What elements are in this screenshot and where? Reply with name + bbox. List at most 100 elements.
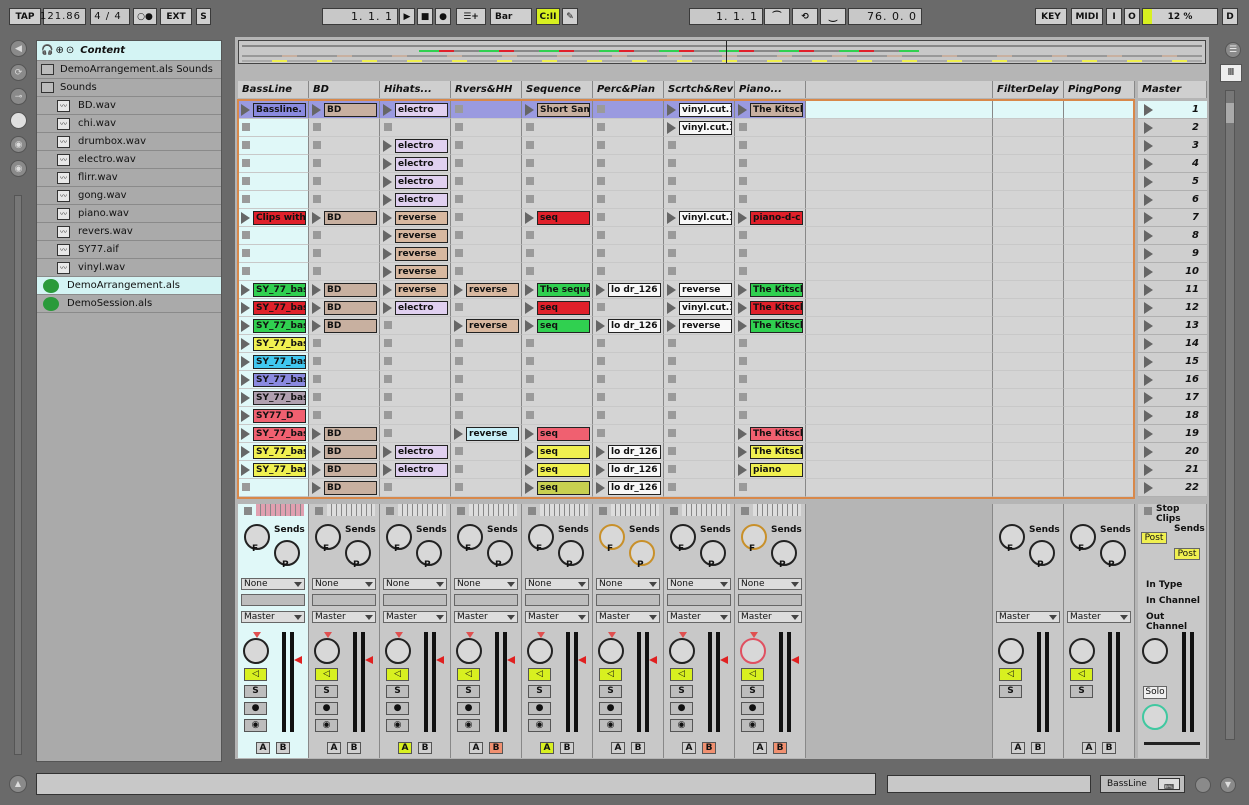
clip[interactable]: reverse bbox=[395, 283, 448, 297]
scene-play-icon[interactable] bbox=[1144, 266, 1153, 278]
clip-stop-icon[interactable] bbox=[597, 339, 605, 347]
crossfade-a-button[interactable]: A bbox=[1011, 742, 1025, 754]
clip[interactable]: The Kitsch bbox=[750, 445, 803, 459]
clip-slot[interactable] bbox=[593, 389, 664, 407]
clip-slot[interactable]: SY_77_bas bbox=[238, 425, 309, 443]
activator-button[interactable]: ◁ bbox=[386, 668, 409, 681]
file-browser-icon[interactable]: ▯ bbox=[10, 112, 27, 129]
activator-button[interactable]: ◁ bbox=[457, 668, 480, 681]
clip-slot[interactable]: lo dr_126 bbox=[593, 461, 664, 479]
clip-slot[interactable] bbox=[664, 353, 735, 371]
clip-stop-icon[interactable] bbox=[455, 447, 463, 455]
output-select[interactable]: Master bbox=[996, 611, 1060, 623]
menu-icon[interactable]: ☰ bbox=[1225, 42, 1241, 58]
tap-button[interactable]: TAP bbox=[9, 8, 41, 25]
clip-stop-icon[interactable] bbox=[313, 159, 321, 167]
clip-slot[interactable]: vinyl.cut.1 bbox=[664, 209, 735, 227]
solo-button[interactable]: S bbox=[457, 685, 480, 698]
crossfade-b-button[interactable]: B bbox=[276, 742, 290, 754]
monitor-button[interactable]: ◉ bbox=[386, 719, 409, 732]
clip-launch-icon[interactable] bbox=[312, 320, 321, 332]
scene-play-icon[interactable] bbox=[1144, 320, 1153, 332]
clip-launch-icon[interactable] bbox=[383, 140, 392, 152]
clip-slot[interactable]: reverse bbox=[451, 281, 522, 299]
scene-play-icon[interactable] bbox=[1144, 374, 1153, 386]
solo-button[interactable]: S bbox=[599, 685, 622, 698]
clip-launch-icon[interactable] bbox=[525, 212, 534, 224]
clip-stop-icon[interactable] bbox=[242, 231, 250, 239]
clip-launch-icon[interactable] bbox=[454, 320, 463, 332]
arm-button[interactable]: ● bbox=[315, 702, 338, 715]
clip-stop-icon[interactable] bbox=[313, 249, 321, 257]
clip-slot[interactable] bbox=[380, 119, 451, 137]
clip-stop-icon[interactable] bbox=[455, 267, 463, 275]
show-info-icon[interactable]: ▲ bbox=[9, 775, 27, 793]
clip-stop-icon[interactable] bbox=[384, 339, 392, 347]
clip-stop-icon[interactable] bbox=[668, 447, 676, 455]
clip-slot[interactable]: BD bbox=[309, 461, 380, 479]
scene-launch[interactable]: 7 bbox=[1138, 209, 1207, 227]
clip-slot[interactable]: reverse bbox=[380, 263, 451, 281]
clip[interactable]: lo dr_126 bbox=[608, 283, 661, 297]
clip-stop-icon[interactable] bbox=[242, 483, 250, 491]
clip-slot[interactable]: reverse bbox=[451, 317, 522, 335]
clip-slot[interactable]: electro bbox=[380, 137, 451, 155]
scene-launch[interactable]: 20 bbox=[1138, 443, 1207, 461]
clip[interactable]: SY_77_bas bbox=[253, 373, 306, 387]
output-select[interactable]: Master bbox=[1067, 611, 1131, 623]
clip[interactable]: lo dr_126 bbox=[608, 481, 661, 495]
clip-slot[interactable] bbox=[238, 137, 309, 155]
clip-slot[interactable]: seq bbox=[522, 299, 593, 317]
crossfade-b-button[interactable]: B bbox=[347, 742, 361, 754]
clip-stop-icon[interactable] bbox=[313, 411, 321, 419]
clip-slot[interactable] bbox=[735, 191, 806, 209]
clip-slot[interactable] bbox=[593, 335, 664, 353]
clip[interactable]: reverse bbox=[395, 211, 448, 225]
clip-launch-icon[interactable] bbox=[596, 320, 605, 332]
scene-launch[interactable]: 22 bbox=[1138, 479, 1207, 497]
file-browser-3-icon[interactable]: ◉ bbox=[10, 160, 27, 177]
crossfade-a-button[interactable]: A bbox=[1082, 742, 1096, 754]
clip-launch-icon[interactable] bbox=[383, 176, 392, 188]
clip-slot[interactable] bbox=[309, 389, 380, 407]
clip-launch-icon[interactable] bbox=[241, 392, 250, 404]
scene-launch[interactable]: 19 bbox=[1138, 425, 1207, 443]
clip-slot[interactable]: The seque bbox=[522, 281, 593, 299]
arm-button[interactable]: ● bbox=[244, 702, 267, 715]
ext-sync-button[interactable]: EXT bbox=[160, 8, 192, 25]
clip[interactable]: piano bbox=[750, 463, 803, 477]
clip-stop-icon[interactable] bbox=[597, 375, 605, 383]
clip-stop-icon[interactable] bbox=[455, 159, 463, 167]
clip-stop-icon[interactable] bbox=[455, 411, 463, 419]
clip[interactable]: seq bbox=[537, 211, 590, 225]
clip[interactable]: Short Sam bbox=[537, 103, 590, 117]
clip-stop-icon[interactable] bbox=[242, 177, 250, 185]
input-channel-field[interactable] bbox=[738, 594, 802, 606]
scene-play-icon[interactable] bbox=[1144, 338, 1153, 350]
scene-launch[interactable]: 17 bbox=[1138, 389, 1207, 407]
clip-launch-icon[interactable] bbox=[596, 284, 605, 296]
clip-stop-icon[interactable] bbox=[597, 105, 605, 113]
clip-stop-icon[interactable] bbox=[597, 303, 605, 311]
clip[interactable]: BD bbox=[324, 283, 377, 297]
scene-launch[interactable]: 2 bbox=[1138, 119, 1207, 137]
browser-item[interactable]: 〰 gong.wav bbox=[37, 187, 221, 205]
track-header[interactable]: Rvers&HH bbox=[451, 81, 522, 98]
return-track-header[interactable]: FilterDelay bbox=[993, 81, 1064, 98]
show-detail-icon[interactable]: ▼ bbox=[1220, 777, 1236, 793]
clip[interactable]: BD bbox=[324, 463, 377, 477]
clip-slot[interactable] bbox=[522, 335, 593, 353]
scene-play-icon[interactable] bbox=[1144, 410, 1153, 422]
clip-stop-button[interactable] bbox=[457, 507, 465, 515]
scene-play-icon[interactable] bbox=[1144, 104, 1153, 116]
clip-slot[interactable] bbox=[380, 353, 451, 371]
clip-slot[interactable]: vinyl.cut.1 bbox=[664, 119, 735, 137]
clip-slot[interactable] bbox=[735, 155, 806, 173]
scene-launch[interactable]: 12 bbox=[1138, 299, 1207, 317]
scene-launch[interactable]: 18 bbox=[1138, 407, 1207, 425]
clip-launch-icon[interactable] bbox=[738, 428, 747, 440]
clip-launch-icon[interactable] bbox=[525, 482, 534, 494]
clip-slot[interactable] bbox=[451, 353, 522, 371]
input-type-select[interactable]: None bbox=[596, 578, 660, 590]
monitor-button[interactable]: ◉ bbox=[670, 719, 693, 732]
